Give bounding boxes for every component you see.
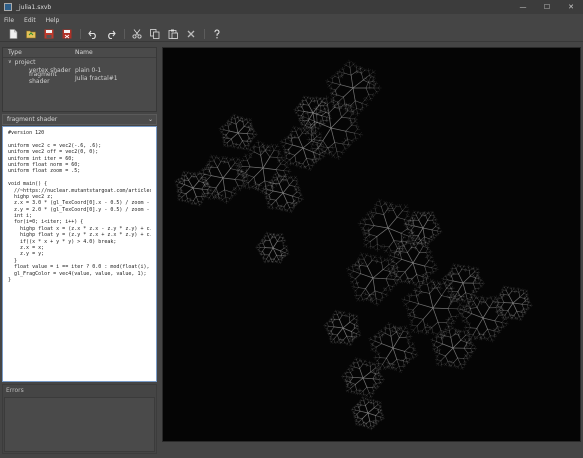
- tree-header: Type Name: [3, 48, 156, 58]
- save-as-button[interactable]: [60, 27, 74, 41]
- code-line: float value = i == iter ? 0.0 : mod(floa…: [14, 264, 150, 271]
- shader-editor-panel: fragment shader ⌄ #version 120 uniform ve…: [2, 114, 157, 382]
- help-button[interactable]: [210, 27, 224, 41]
- errors-panel: Errors: [2, 384, 157, 454]
- shader-select[interactable]: fragment shader ⌄: [2, 114, 157, 125]
- toolbar-separator: [124, 28, 125, 39]
- errors-output[interactable]: [4, 397, 155, 452]
- window-controls: — ☐ ✕: [511, 0, 583, 14]
- new-file-button[interactable]: [6, 27, 20, 41]
- render-view[interactable]: [162, 47, 581, 442]
- code-line: highp float y = (z.y * z.x + z.x * z.y) …: [8, 232, 151, 239]
- errors-label: Errors: [6, 386, 24, 394]
- redo-icon: [108, 30, 116, 39]
- help-icon: [214, 28, 220, 38]
- save-as-icon: [62, 29, 72, 38]
- save-button[interactable]: [42, 27, 56, 41]
- toolbar: [0, 26, 583, 42]
- maximize-button[interactable]: ☐: [535, 0, 559, 14]
- open-file-icon: [26, 30, 36, 38]
- delete-button[interactable]: [184, 27, 198, 41]
- tree-item-project[interactable]: ∨ project: [3, 58, 156, 66]
- code-line: z.x = 3.0 * (gl_TexCoord[0].x - 0.5) / z…: [14, 200, 150, 207]
- window-title: _julia1.sxvb: [16, 3, 52, 11]
- copy-button[interactable]: [148, 27, 162, 41]
- tree-item-label: project: [14, 58, 36, 66]
- code-editor[interactable]: #version 120 uniform vec2 c = vec2(-.6, .…: [2, 126, 157, 382]
- title-bar: _julia1.sxvb — ☐ ✕: [0, 0, 583, 14]
- code-line: gl_FragColor = vec4(value, value, value,…: [8, 270, 147, 277]
- redo-button[interactable]: [104, 27, 118, 41]
- cut-icon: [132, 28, 142, 39]
- menu-edit[interactable]: Edit: [24, 17, 36, 24]
- project-tree: Type Name ∨ project vertex shader plain …: [2, 47, 157, 112]
- tree-item-fragment-shader[interactable]: fragment shader Julia fractal#1: [3, 71, 156, 85]
- code-line: }: [8, 276, 12, 283]
- code-line: //~https://nuclear.mutantstargoat.com/ar…: [14, 187, 151, 194]
- undo-button[interactable]: [86, 27, 100, 41]
- undo-icon: [88, 30, 96, 39]
- menu-bar: File Edit Help: [0, 14, 583, 26]
- tree-item-type: fragment shader: [29, 71, 57, 85]
- cut-button[interactable]: [130, 27, 144, 41]
- delete-icon: [187, 30, 195, 37]
- julia-fractal-render: [174, 59, 533, 431]
- menu-help[interactable]: Help: [46, 17, 60, 24]
- chevron-down-icon[interactable]: ∨: [8, 59, 12, 65]
- menu-file[interactable]: File: [4, 17, 14, 24]
- toolbar-separator: [80, 28, 81, 39]
- tree-item-name: plain 0-1: [75, 66, 102, 74]
- app-icon: [4, 3, 12, 11]
- column-name-header[interactable]: Name: [75, 49, 93, 56]
- tree-item-name: Julia fractal#1: [75, 74, 118, 82]
- toolbar-separator: [204, 28, 205, 39]
- paste-button[interactable]: [166, 27, 180, 41]
- shader-select-value: fragment shader: [7, 116, 58, 123]
- open-file-button[interactable]: [24, 27, 38, 41]
- column-type-header[interactable]: Type: [3, 49, 75, 56]
- paste-icon: [168, 29, 178, 39]
- close-button[interactable]: ✕: [559, 0, 583, 14]
- save-icon: [44, 29, 54, 38]
- minimize-button[interactable]: —: [511, 0, 535, 14]
- chevron-down-icon: ⌄: [147, 116, 153, 123]
- new-file-icon: [9, 28, 17, 39]
- copy-icon: [150, 28, 160, 39]
